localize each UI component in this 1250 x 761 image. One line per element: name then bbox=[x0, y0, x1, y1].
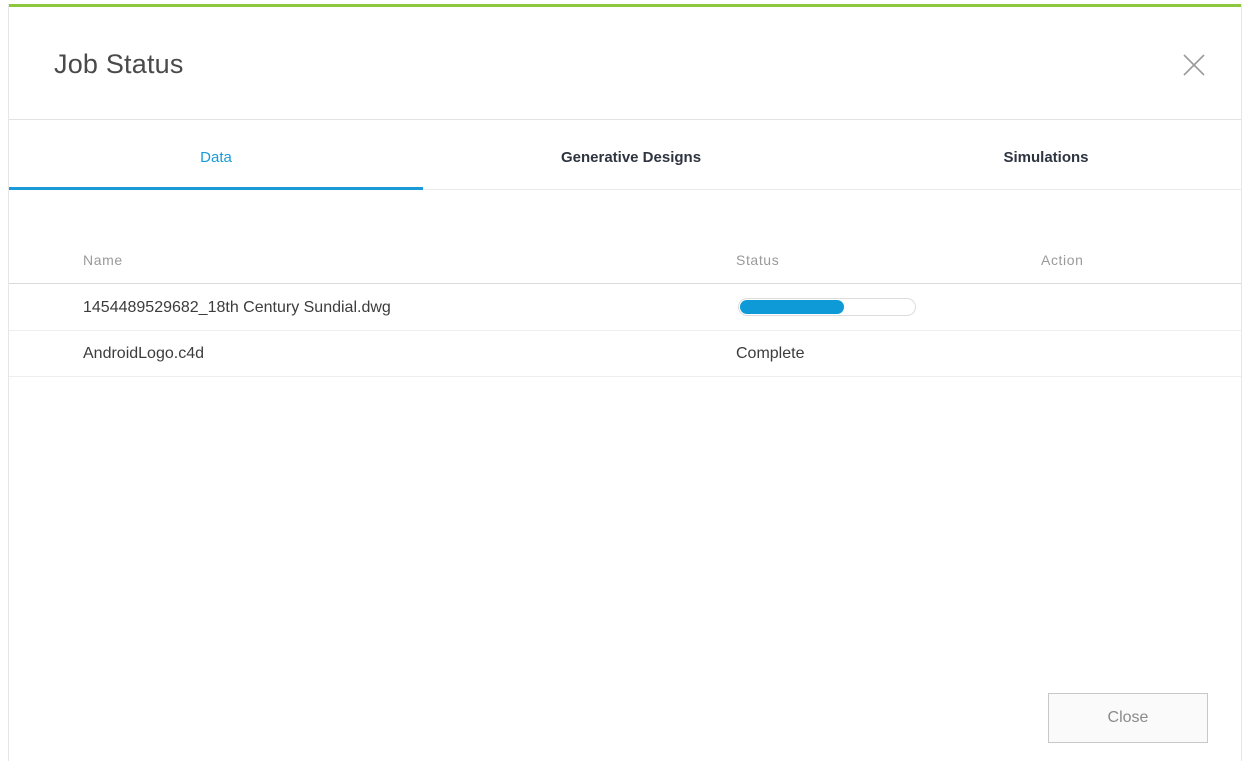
file-name: AndroidLogo.c4d bbox=[83, 345, 204, 362]
close-x-icon[interactable] bbox=[1181, 52, 1207, 78]
table-row: 1454489529682_18th Century Sundial.dwg bbox=[9, 285, 1241, 331]
tab-bar: Data Generative Designs Simulations bbox=[9, 120, 1241, 190]
progress-bar bbox=[738, 298, 916, 316]
status-text: Complete bbox=[736, 345, 805, 362]
column-header-name: Name bbox=[83, 252, 123, 268]
file-name: 1454489529682_18th Century Sundial.dwg bbox=[83, 299, 391, 316]
progress-bar-fill bbox=[740, 300, 844, 314]
table-header: Name Status Action bbox=[9, 244, 1241, 284]
tab-data[interactable]: Data bbox=[9, 120, 423, 190]
job-status-dialog: Job Status Data Generative Designs Simul… bbox=[8, 4, 1242, 761]
table-row: AndroidLogo.c4d Complete bbox=[9, 331, 1241, 377]
dialog-title: Job Status bbox=[54, 49, 184, 79]
dialog-header: Job Status bbox=[9, 7, 1241, 120]
column-header-status: Status bbox=[736, 252, 780, 268]
close-button[interactable]: Close bbox=[1048, 693, 1208, 743]
tab-generative-designs[interactable]: Generative Designs bbox=[423, 120, 839, 190]
column-header-action: Action bbox=[1041, 252, 1084, 268]
tab-simulations[interactable]: Simulations bbox=[839, 120, 1250, 190]
